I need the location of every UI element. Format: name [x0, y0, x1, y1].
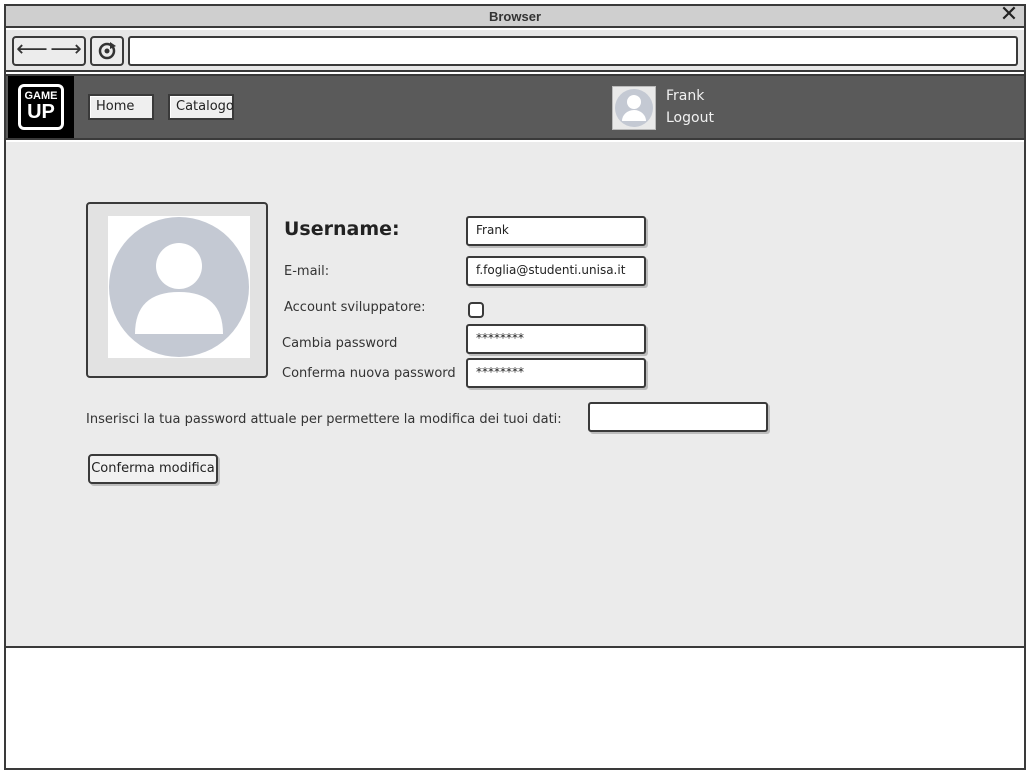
developer-account-label: Account sviluppatore:	[284, 300, 426, 315]
profile-edit-panel: Username: Frank E-mail: f.foglia@student…	[6, 142, 1024, 648]
logo-badge: GAME UP	[18, 84, 64, 130]
developer-account-checkbox[interactable]	[468, 302, 484, 318]
site-header: GAME UP Home Catalogo Frank Logout	[6, 74, 1024, 140]
reload-button[interactable]	[90, 36, 124, 66]
profile-photo-frame[interactable]	[86, 202, 268, 378]
browser-window: Browser ✕ ⟵ ⟶ GAME UP Home Catalogo Fran…	[4, 4, 1026, 770]
header-username[interactable]: Frank	[666, 88, 704, 104]
history-nav: ⟵ ⟶	[12, 36, 86, 66]
reload-icon	[98, 42, 116, 60]
nav-home-button[interactable]: Home	[88, 94, 154, 120]
nav-catalogo-button[interactable]: Catalogo	[168, 94, 234, 120]
profile-avatar-icon	[109, 217, 249, 357]
user-avatar-icon[interactable]	[612, 86, 656, 130]
logout-link[interactable]: Logout	[666, 110, 714, 126]
change-password-label: Cambia password	[282, 336, 398, 351]
confirm-password-field[interactable]: ********	[466, 358, 646, 388]
browser-toolbar: ⟵ ⟶	[6, 30, 1024, 72]
confirm-password-label: Conferma nuova password	[282, 366, 456, 381]
avatar-graphic	[615, 89, 653, 127]
change-password-field[interactable]: ********	[466, 324, 646, 354]
window-title: Browser	[488, 9, 542, 24]
gameup-logo[interactable]: GAME UP	[8, 76, 74, 138]
email-label: E-mail:	[284, 264, 330, 279]
logo-line2: UP	[27, 101, 55, 123]
profile-photo	[108, 216, 250, 358]
close-icon[interactable]: ✕	[998, 4, 1020, 26]
confirm-changes-button[interactable]: Conferma modifica	[88, 454, 218, 484]
current-password-field[interactable]	[588, 402, 768, 432]
browser-titlebar: Browser ✕	[6, 4, 1024, 28]
current-password-prompt: Inserisci la tua password attuale per pe…	[86, 412, 562, 427]
username-field[interactable]: Frank	[466, 216, 646, 246]
email-field[interactable]: f.foglia@studenti.unisa.it	[466, 256, 646, 286]
forward-arrow-icon[interactable]: ⟶	[50, 39, 82, 62]
address-bar[interactable]	[128, 36, 1018, 66]
back-arrow-icon[interactable]: ⟵	[16, 39, 48, 62]
username-label: Username:	[284, 218, 400, 240]
